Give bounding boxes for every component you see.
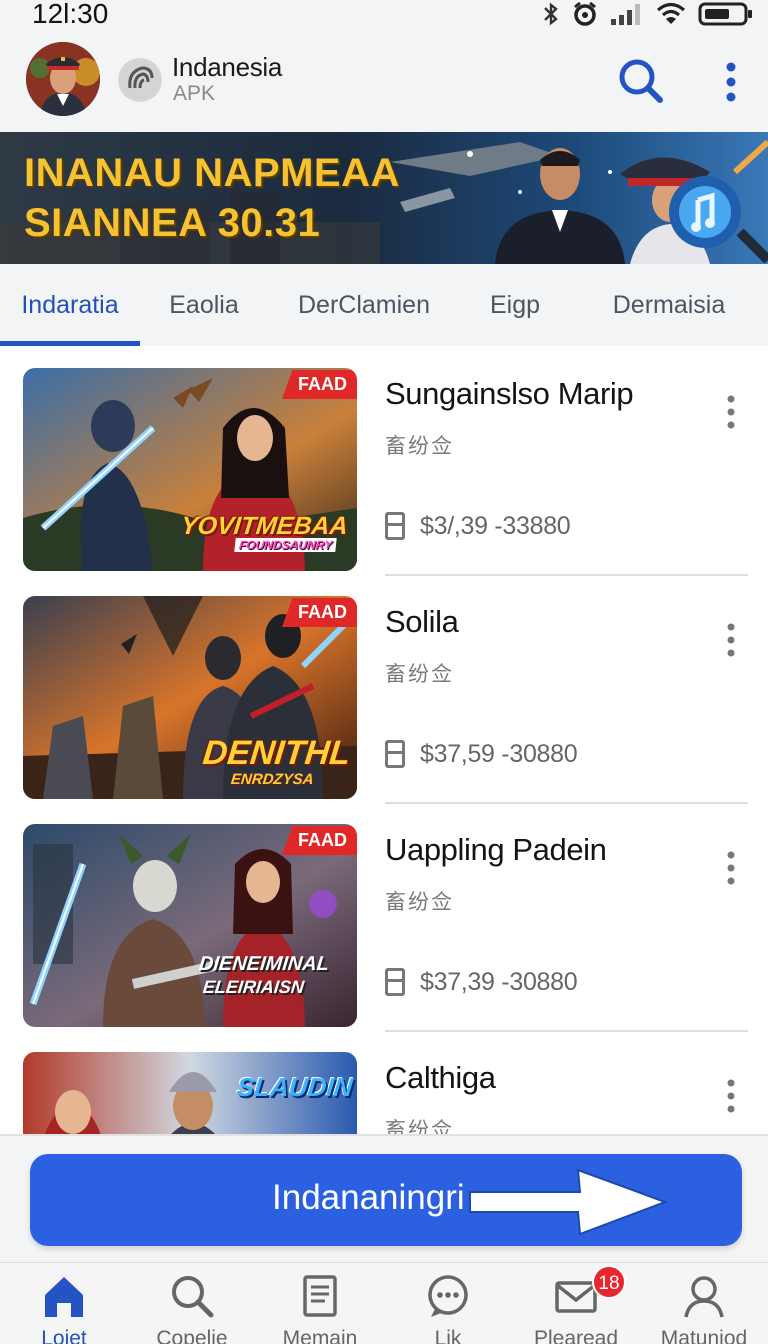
game-logo-text: DENITHL [201, 734, 353, 772]
game-logo-subtext: ENRDZYSA [230, 771, 315, 788]
app-name: Indanesia [172, 52, 283, 82]
item-subtitle: 畜纷佥 [385, 1119, 454, 1134]
category-tabs: Indaratia Eaolia DerClamien Eigp Dermais… [0, 264, 768, 346]
search-icon [172, 1276, 214, 1318]
nav-label: Matuniod [660, 1327, 748, 1344]
banner-title: INANAU NAPMEAA SIANNEA 30.31 [24, 151, 400, 245]
alarm-icon [574, 1, 596, 26]
item-price: $37,59 -30880 [420, 740, 578, 768]
tab-label: Dermaisia [612, 290, 726, 319]
item-thumbnail[interactable]: FAAD DENITHL ENRDZYSA [23, 596, 357, 799]
more-vertical-icon [727, 851, 735, 885]
storage-icon [385, 740, 405, 768]
primary-cta-button[interactable]: Indananingri [30, 1154, 742, 1246]
game-logo-subtext: FOUNDSAUNRY [234, 538, 337, 552]
item-title: Calthiga [385, 1060, 496, 1095]
game-logo-text: YOVITMEBAA [179, 512, 350, 540]
game-logo-text: DIENEIMINAL [197, 953, 331, 975]
search-icon [619, 59, 663, 103]
profile-icon [684, 1276, 724, 1318]
item-badge: FAAD [282, 598, 357, 627]
chat-icon [428, 1275, 468, 1317]
item-subtitle: 畜纷佥 [385, 891, 454, 914]
item-more-button[interactable] [720, 622, 742, 658]
status-icons [542, 0, 754, 28]
nav-label: Copelie [156, 1327, 228, 1344]
tab-label: Eigp [489, 290, 541, 319]
item-thumbnail[interactable]: FAAD YOVITMEBAA FOUNDSAUNRY [23, 368, 357, 571]
nav-label: Plearead [533, 1327, 619, 1344]
tab-eaolia[interactable]: Eaolia [140, 264, 268, 346]
more-vertical-icon [727, 1079, 735, 1113]
search-button[interactable] [616, 56, 666, 106]
item-more-button[interactable] [720, 394, 742, 430]
app-subtitle: APK [173, 82, 216, 105]
more-vertical-icon [727, 623, 735, 657]
list-item[interactable]: SLAUDIN Calthiga 畜纷佥 [0, 1030, 768, 1134]
more-options-button[interactable] [718, 60, 744, 104]
promo-banner[interactable]: INANAU NAPMEAA SIANNEA 30.31 [0, 132, 768, 264]
app-header: Indanesia APK [0, 30, 768, 132]
nav-label: Lik [434, 1327, 462, 1344]
app-logo [118, 58, 162, 102]
app-list: FAAD YOVITMEBAA FOUNDSAUNRY Sungainslso … [0, 346, 768, 1134]
nav-item-home[interactable]: Loiet [0, 1263, 128, 1344]
item-title: Solila [385, 604, 459, 639]
list-item[interactable]: FAAD DIENEIMINAL ELEIRIAISN Uappling Pad… [0, 802, 768, 1032]
storage-icon [385, 512, 405, 540]
arrow-right-icon [469, 1168, 668, 1236]
tab-eigp[interactable]: Eigp [460, 264, 570, 346]
nav-item-search[interactable]: Copelie [128, 1263, 256, 1344]
bluetooth-icon [544, 2, 558, 26]
tab-dermaisia[interactable]: Dermaisia [570, 264, 768, 346]
item-thumbnail[interactable]: SLAUDIN [23, 1052, 357, 1134]
nav-item-mail[interactable]: 18 Plearead [512, 1263, 640, 1344]
cta-area: Indananingri [0, 1134, 768, 1262]
nav-item-documents[interactable]: Memain [256, 1263, 384, 1344]
game-logo-subtext: ELEIRIAISN [201, 977, 306, 997]
list-item[interactable]: FAAD DENITHL ENRDZYSA Solila 畜纷佥 $37,59 … [0, 574, 768, 804]
item-badge: FAAD [282, 826, 357, 855]
tab-indaratia[interactable]: Indaratia [0, 264, 140, 346]
tab-label: DerClamien [298, 290, 430, 319]
item-badge: FAAD [282, 370, 357, 399]
item-more-button[interactable] [720, 850, 742, 886]
battery-icon [698, 2, 752, 26]
cta-label: Indananingri [272, 1178, 465, 1217]
bottom-navigation: Loiet Copelie Memain Lik 18 Plearead Mat… [0, 1262, 768, 1344]
avatar[interactable] [26, 42, 100, 116]
status-time: 12l:30 [32, 0, 109, 29]
game-logo-text: SLAUDIN [235, 1072, 355, 1102]
nav-label: Memain [282, 1327, 358, 1344]
home-icon [45, 1277, 83, 1317]
document-icon [303, 1275, 337, 1317]
list-item[interactable]: FAAD YOVITMEBAA FOUNDSAUNRY Sungainslso … [0, 346, 768, 576]
tab-derclamien[interactable]: DerClamien [268, 264, 460, 346]
notification-badge: 18 [592, 1265, 626, 1299]
item-more-button[interactable] [720, 1078, 742, 1114]
item-price: $37,39 -30880 [420, 968, 578, 996]
status-bar: 12l:30 [0, 0, 768, 30]
item-price: $3/,39 -33880 [420, 512, 571, 540]
storage-icon [385, 968, 405, 996]
item-title: Sungainslso Marip [385, 376, 634, 411]
item-thumbnail[interactable]: FAAD DIENEIMINAL ELEIRIAISN [23, 824, 357, 1027]
more-vertical-icon [727, 395, 735, 429]
item-subtitle: 畜纷佥 [385, 435, 454, 458]
tab-label: Indaratia [21, 290, 119, 319]
item-subtitle: 畜纷佥 [385, 663, 454, 686]
nav-item-profile[interactable]: Matuniod [640, 1263, 768, 1344]
item-title: Uappling Padein [385, 832, 607, 867]
more-vertical-icon [726, 62, 736, 102]
signal-icon [611, 4, 640, 25]
nav-item-chat[interactable]: Lik [384, 1263, 512, 1344]
wifi-icon [656, 2, 686, 24]
tab-label: Eaolia [169, 290, 239, 319]
nav-label: Loiet [41, 1327, 87, 1344]
